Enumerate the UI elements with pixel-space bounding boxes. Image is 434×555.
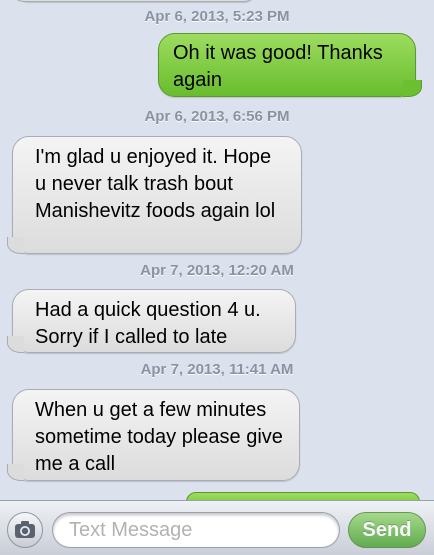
send-button[interactable]: Send <box>348 512 426 548</box>
message-bubble-received[interactable]: Had a quick question 4 u. Sorry if I cal… <box>7 289 296 353</box>
message-bubble-sent[interactable]: Oh it was good! Thanks again <box>158 33 422 97</box>
timestamp: Apr 7, 2013, 12:20 AM <box>140 262 294 279</box>
composer-bar: Send <box>0 500 434 555</box>
timestamp: Apr 7, 2013, 11:41 AM <box>140 361 294 378</box>
camera-icon <box>15 521 35 538</box>
message-text: When u get a few minutes sometime today … <box>35 399 283 475</box>
message-text: Oh it was good! Thanks again <box>173 42 383 91</box>
message-bubble-sent-clipped <box>186 492 420 500</box>
message-thread[interactable]: Apr 6, 2013, 5:23 PM Oh it was good! Tha… <box>0 0 434 500</box>
message-text: Had a quick question 4 u. Sorry if I cal… <box>35 299 261 348</box>
message-bubble-received[interactable]: I'm glad u enjoyed it. Hope u never talk… <box>7 136 302 254</box>
message-bubble-received-clipped <box>11 0 256 2</box>
message-bubble-received[interactable]: When u get a few minutes sometime today … <box>7 389 300 481</box>
camera-button[interactable] <box>7 512 43 548</box>
message-input[interactable] <box>52 512 340 548</box>
message-text: I'm glad u enjoyed it. Hope u never talk… <box>35 146 276 222</box>
timestamp: Apr 6, 2013, 5:23 PM <box>144 8 290 25</box>
timestamp: Apr 6, 2013, 6:56 PM <box>144 108 290 125</box>
